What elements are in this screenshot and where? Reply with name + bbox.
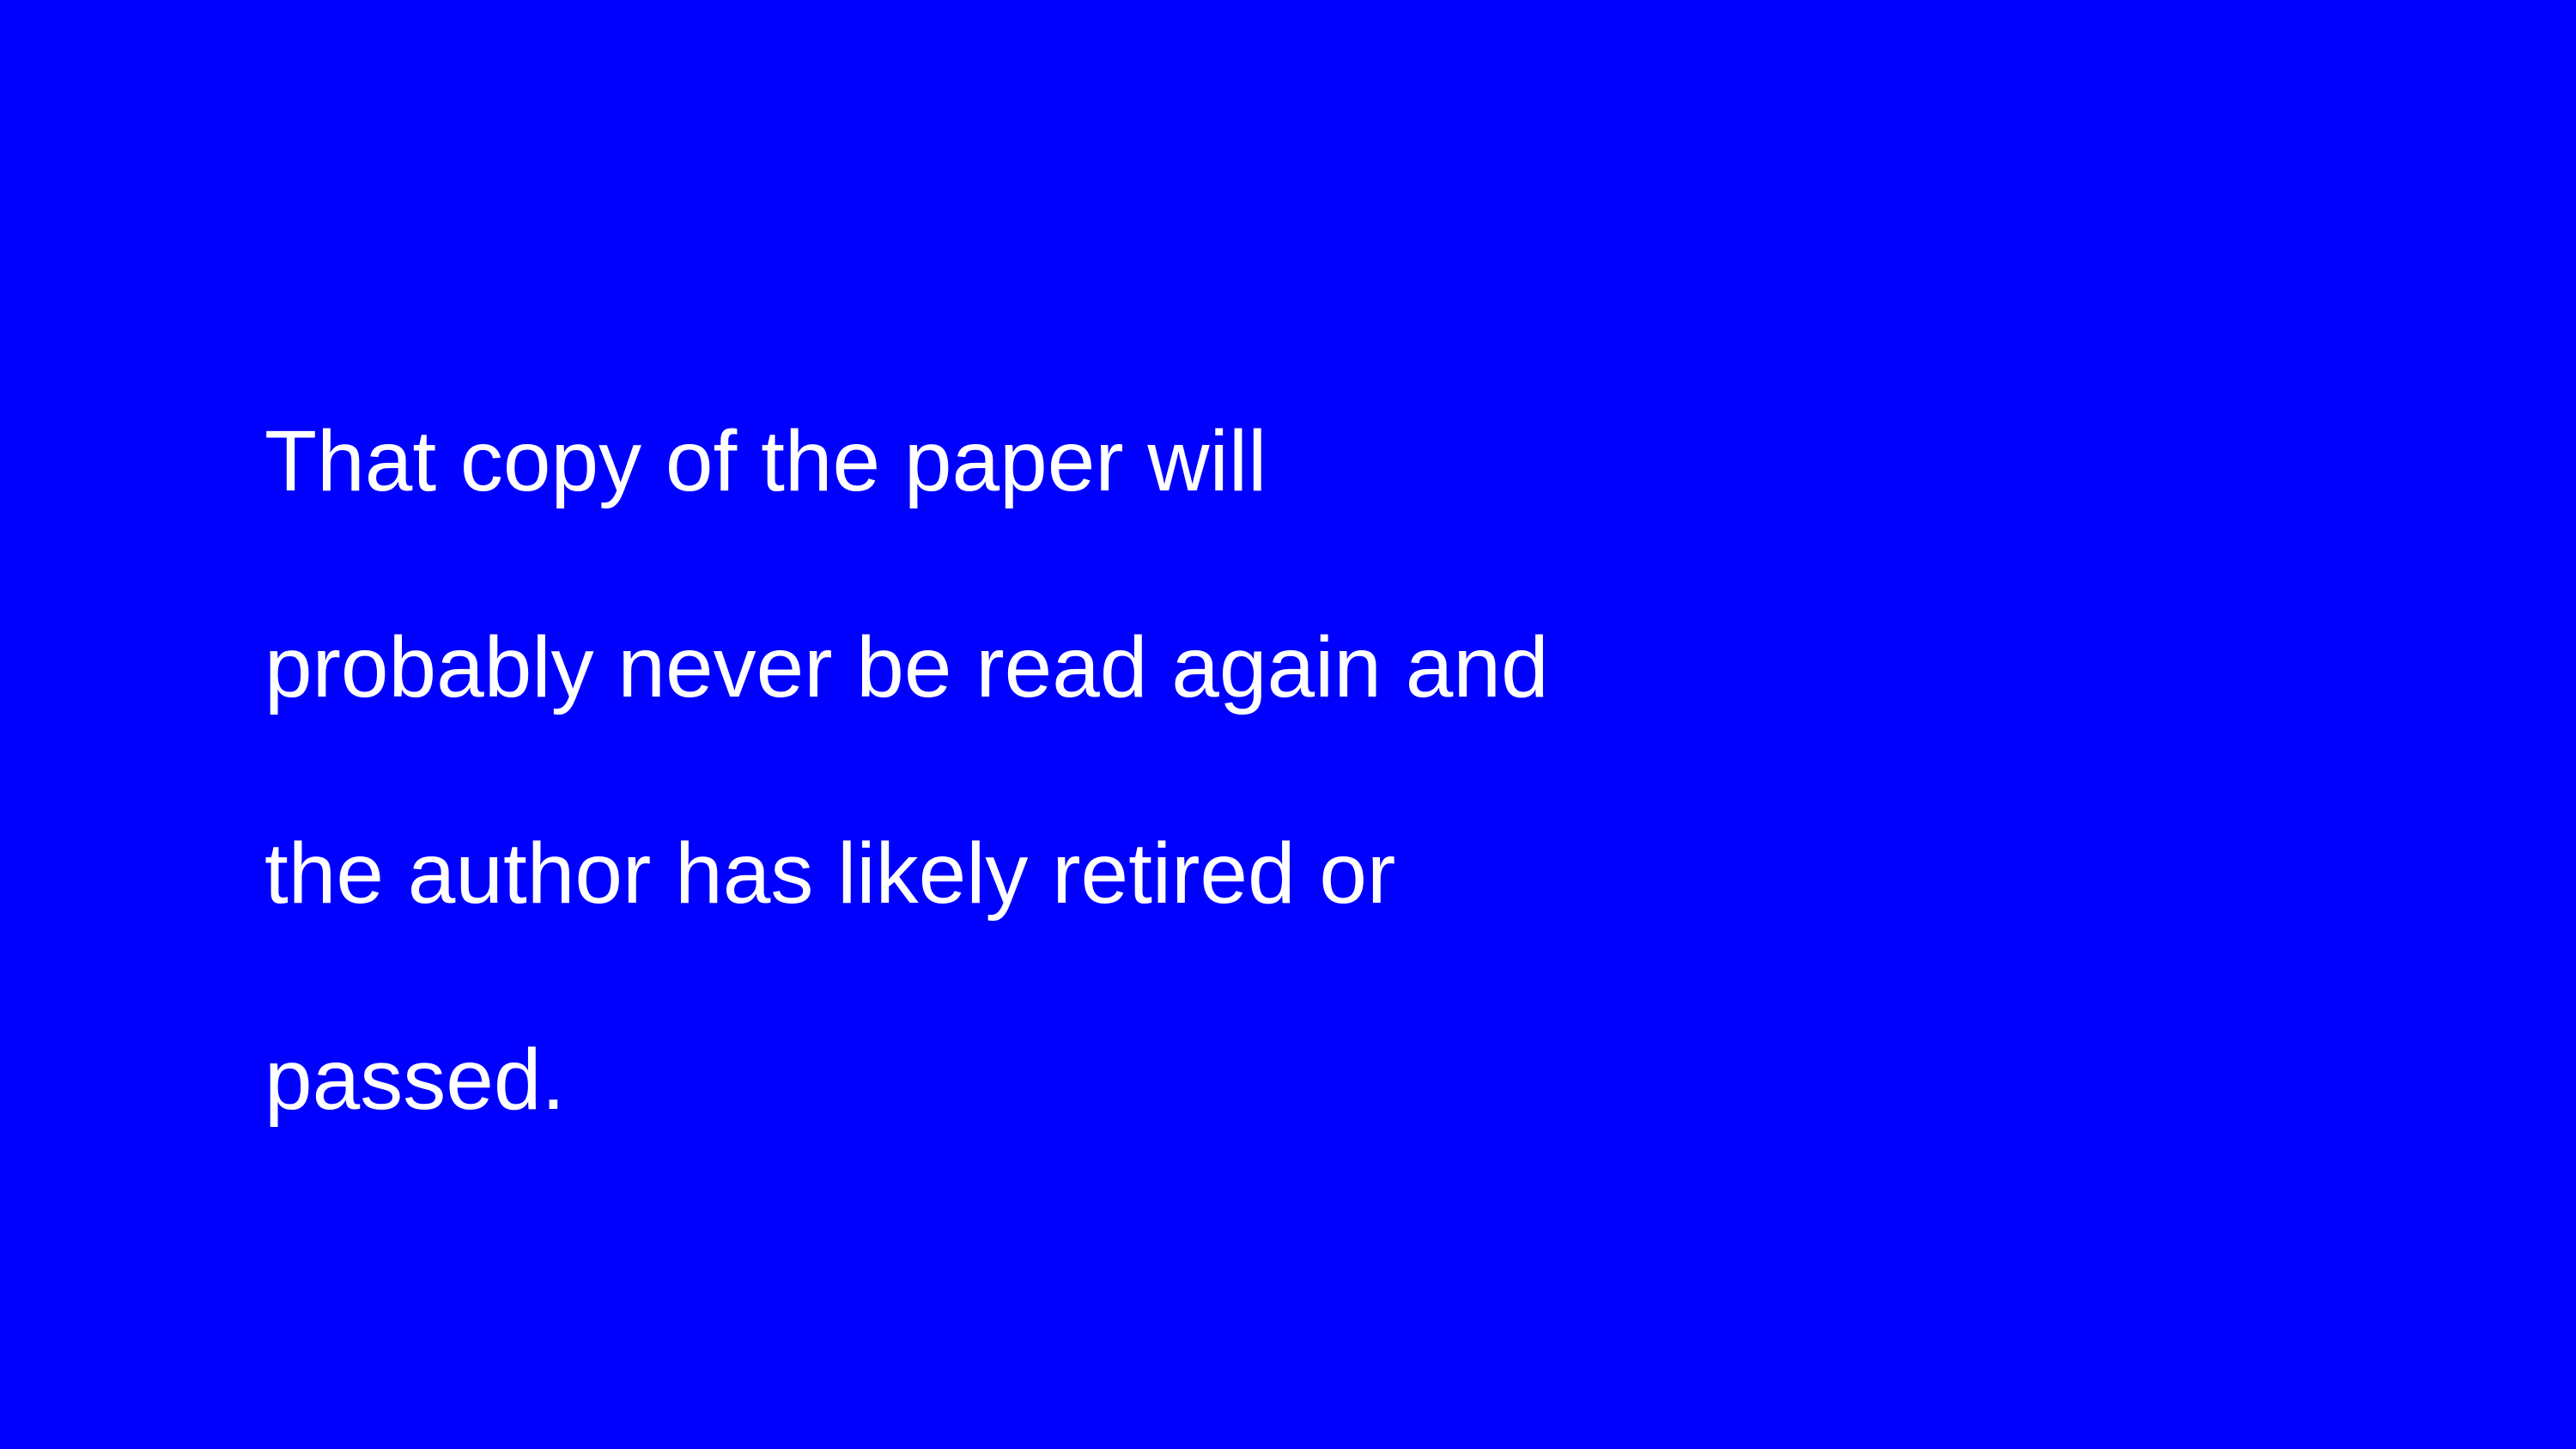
slide-text-line-2: probably never be read again and	[264, 619, 1549, 715]
slide-text-line-3: the author has likely retired or	[264, 825, 1396, 922]
slide: That copy of the paper will probably nev…	[0, 0, 2576, 1449]
slide-body-text: That copy of the paper will probably nev…	[264, 418, 1982, 1123]
slide-text-line-4: passed.	[264, 1032, 566, 1128]
slide-text-line-1: That copy of the paper will	[264, 413, 1267, 509]
